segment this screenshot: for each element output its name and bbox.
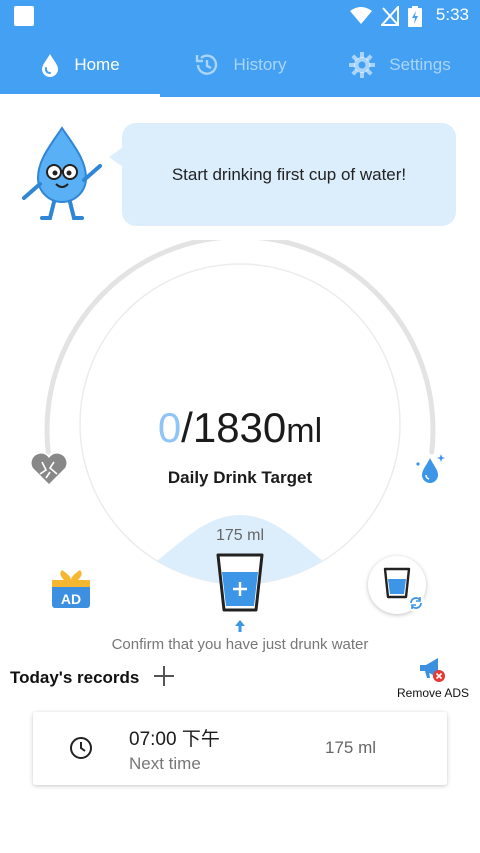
current-intake: 0 xyxy=(157,404,182,451)
tab-home[interactable]: Home xyxy=(0,32,160,97)
water-drop-mascot xyxy=(22,126,102,220)
battery-charging-icon xyxy=(408,6,422,27)
tab-home-label: Home xyxy=(74,54,120,74)
intake-progress-text: 0/1830ml xyxy=(0,404,480,452)
switch-cup-button[interactable] xyxy=(368,556,426,614)
history-icon xyxy=(195,54,217,75)
records-title: Today's records xyxy=(10,668,140,687)
record-item[interactable]: 07:00 下午 Next time 175 ml xyxy=(33,712,447,785)
tab-history[interactable]: History xyxy=(160,32,320,97)
tab-bar: Home History Settings xyxy=(0,32,480,97)
app-bar: 5:33 Home History Settings xyxy=(0,0,480,97)
gear-icon xyxy=(349,51,376,78)
tab-settings[interactable]: Settings xyxy=(320,32,480,97)
status-bar: 5:33 xyxy=(0,0,480,32)
ad-gift-button[interactable]: AD xyxy=(50,566,92,610)
record-amount: 175 ml xyxy=(325,738,377,757)
record-time: 07:00 下午 xyxy=(129,729,220,750)
cup-size-label: 175 ml xyxy=(215,527,265,544)
bubble-tail xyxy=(109,147,123,167)
no-signal-icon xyxy=(381,6,399,26)
remove-ads-label: Remove ADS xyxy=(396,686,470,700)
target-intake: /1830 xyxy=(181,404,287,451)
tab-settings-label: Settings xyxy=(389,54,451,74)
clock-icon xyxy=(70,737,92,759)
bubble-message: Start drinking first cup of water! xyxy=(171,164,407,184)
refresh-icon xyxy=(407,594,425,612)
drink-water-button[interactable] xyxy=(214,552,266,614)
speech-bubble: Start drinking first cup of water! xyxy=(122,123,456,226)
active-tab-indicator xyxy=(0,94,160,97)
water-drop-icon xyxy=(42,53,59,77)
ad-badge-text: AD xyxy=(61,591,81,607)
notification-icon xyxy=(14,6,34,26)
megaphone-icon xyxy=(420,658,445,682)
status-time: 5:33 xyxy=(435,5,469,24)
confirm-hint: Confirm that you have just drunk water xyxy=(111,636,369,653)
daily-target-label: Daily Drink Target xyxy=(167,468,313,487)
arrow-up-icon xyxy=(235,620,245,632)
record-subtitle: Next time xyxy=(129,754,201,773)
tab-history-label: History xyxy=(233,54,287,74)
remove-ads-button[interactable]: Remove ADS xyxy=(394,656,472,702)
intake-unit: ml xyxy=(286,412,323,450)
wifi-icon xyxy=(350,7,372,24)
add-record-button[interactable] xyxy=(152,664,176,688)
